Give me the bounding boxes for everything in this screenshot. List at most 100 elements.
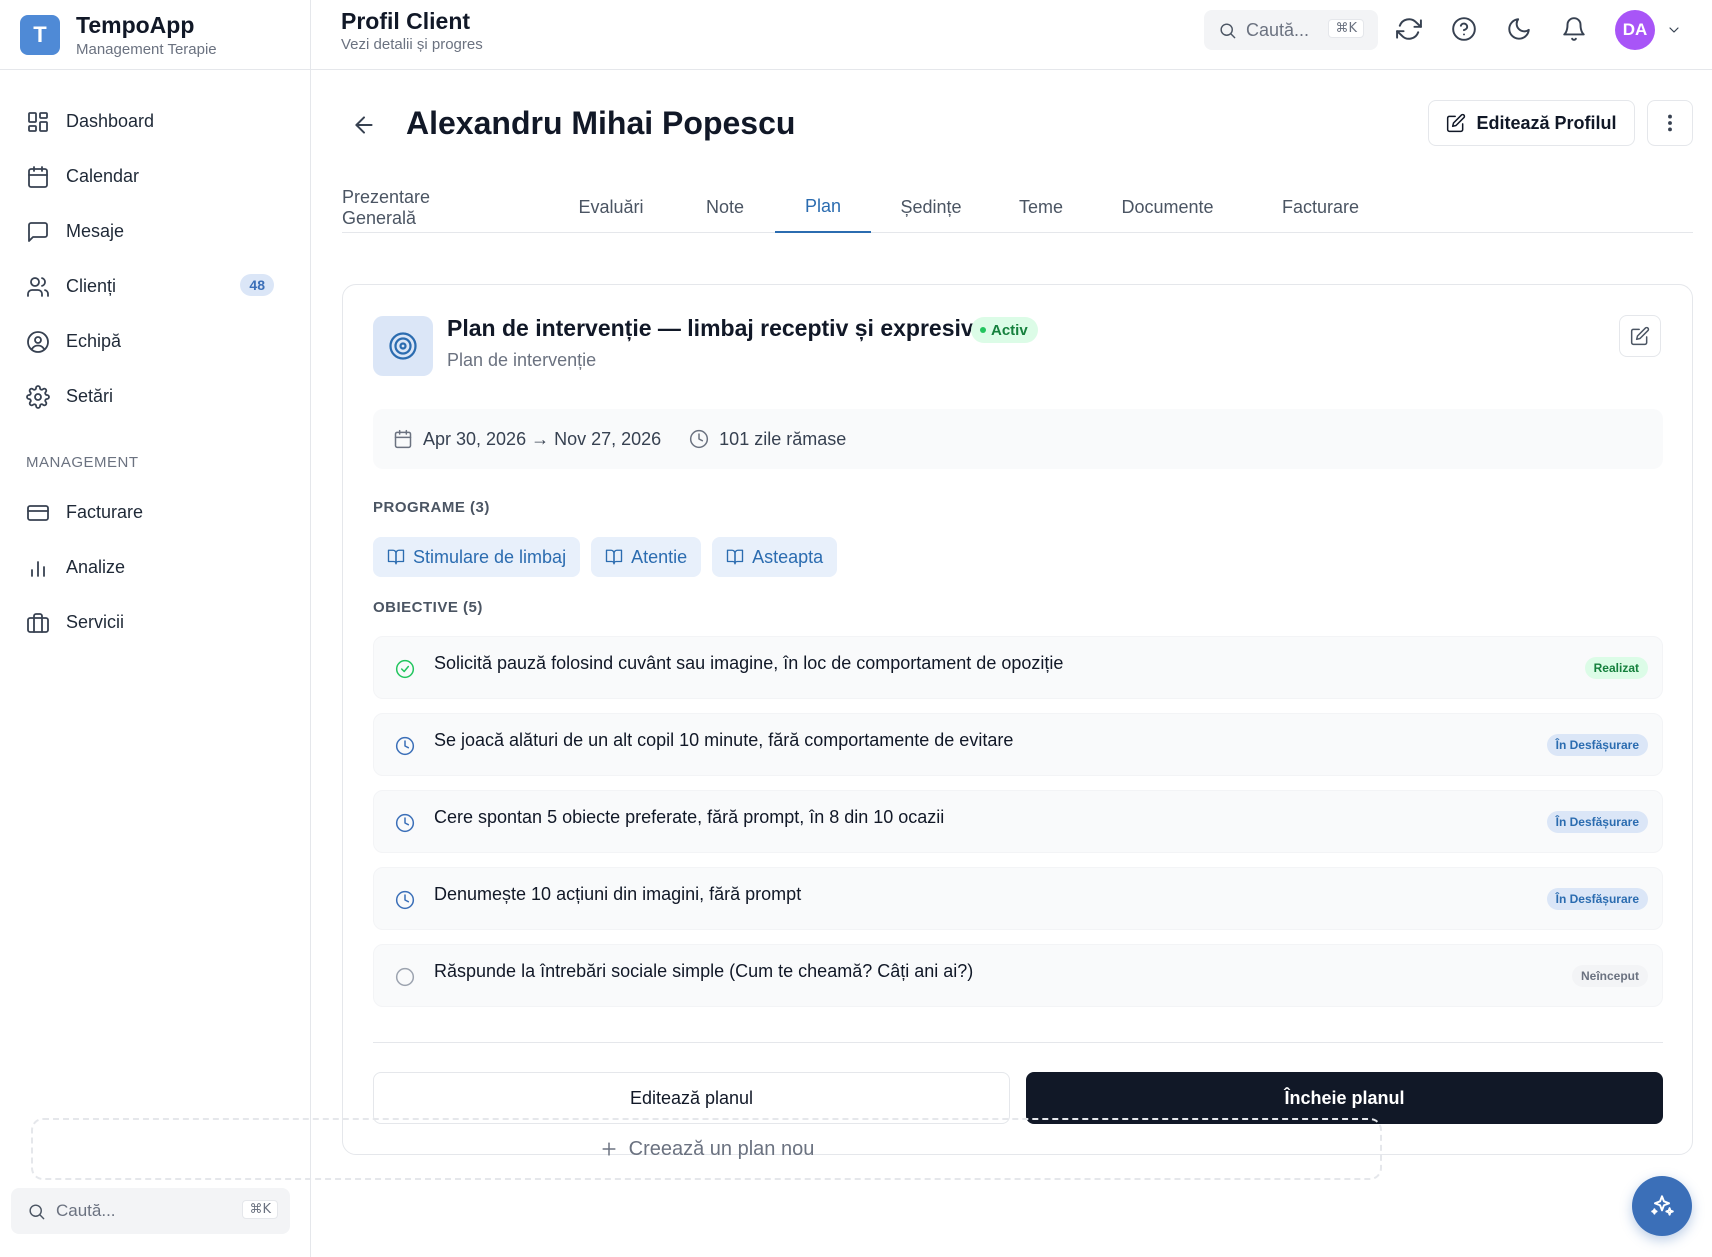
objective-text: Denumește 10 acțiuni din imagini, fără p… (434, 884, 802, 904)
tab-notes[interactable]: Note (675, 182, 775, 233)
divider (373, 1042, 1663, 1043)
objective-status: În Desfășurare (1546, 734, 1648, 756)
edit-plan-button[interactable]: Editează planul (373, 1072, 1010, 1124)
program-label: Atentie (631, 546, 688, 567)
refresh-icon[interactable] (1396, 16, 1422, 42)
sidebar-item-settings[interactable]: Setări (0, 369, 310, 424)
tab-assessments[interactable]: Evaluări (553, 182, 669, 233)
message-icon (26, 220, 50, 244)
topbar: Profil Client Vezi detalii și progres Ca… (311, 0, 1712, 70)
objective-status: În Desfășurare (1546, 811, 1648, 833)
ai-assistant-button[interactable] (1632, 1176, 1692, 1236)
clock-icon (395, 890, 415, 910)
plan-dates: Apr 30, 2026 → Nov 27, 2026 101 zile răm… (373, 409, 1663, 469)
sidebar-item-label: Calendar (66, 166, 140, 186)
edit-profile-button[interactable]: Editează Profilul (1428, 100, 1635, 146)
objective-status: Neînceput (1571, 965, 1648, 987)
sidebar-item-label: Analize (66, 557, 126, 577)
tab-billing[interactable]: Facturare (1244, 182, 1397, 233)
edit-icon (1446, 113, 1466, 133)
clock-icon (395, 813, 415, 833)
sidebar: T TempoApp Management Terapie Dashboard … (0, 0, 311, 1257)
profile-tabs: Prezentare Generală Evaluări Note Plan Ș… (342, 182, 1693, 233)
edit-icon (1630, 326, 1650, 346)
objective-status: În Desfășurare (1546, 888, 1648, 910)
sidebar-item-label: Servicii (66, 612, 125, 632)
date-range: Apr 30, 2026 → Nov 27, 2026 (423, 428, 662, 449)
search-icon (1218, 21, 1237, 40)
program-chip[interactable]: Stimulare de limbaj (373, 537, 581, 577)
gear-icon (26, 384, 50, 409)
brand-subtitle: Management Terapie (76, 40, 217, 58)
sidebar-item-label: Dashboard (66, 111, 155, 131)
days-remaining: 101 zile rămase (719, 428, 847, 449)
tab-plan[interactable]: Plan (775, 182, 871, 233)
objective-text: Se joacă alături de un alt copil 10 minu… (434, 730, 1014, 750)
bell-icon[interactable] (1561, 16, 1587, 42)
objective-status: Realizat (1584, 657, 1648, 679)
brand-logo: T (20, 14, 60, 55)
users-icon (26, 275, 50, 299)
sidebar-item-dashboard[interactable]: Dashboard (0, 94, 310, 149)
objective-item[interactable]: Denumește 10 acțiuni din imagini, fără p… (373, 867, 1663, 930)
program-chip[interactable]: Asteapta (712, 537, 838, 577)
objective-item[interactable]: Răspunde la întrebări sociale simple (Cu… (373, 944, 1663, 1007)
create-new-plan-label: Creează un plan nou (628, 1137, 815, 1160)
header-search[interactable]: Caută... ⌘K (1204, 10, 1378, 50)
calendar-icon (26, 165, 50, 189)
sidebar-item-messages[interactable]: Mesaje (0, 204, 310, 259)
credit-card-icon (26, 501, 50, 525)
brand[interactable]: T TempoApp Management Terapie (0, 0, 310, 70)
avatar[interactable]: DA (1615, 10, 1655, 50)
program-chip[interactable]: Atentie (591, 537, 702, 577)
sidebar-item-calendar[interactable]: Calendar (0, 149, 310, 204)
more-options-button[interactable] (1647, 100, 1693, 146)
plan-icon-box (373, 316, 433, 376)
brand-name: TempoApp (76, 11, 195, 38)
chevron-down-icon[interactable] (1666, 22, 1682, 38)
main-content: Alexandru Mihai Popescu Editează Profilu… (311, 70, 1712, 1257)
page-subtitle: Vezi detalii și progres (341, 36, 483, 53)
dashboard-icon (26, 110, 50, 134)
objective-item[interactable]: Solicită pauză folosind cuvânt sau imagi… (373, 636, 1663, 699)
tab-overview[interactable]: Prezentare Generală (342, 182, 493, 233)
objective-text: Solicită pauză folosind cuvânt sau imagi… (434, 653, 1064, 673)
tab-sessions[interactable]: Ședințe (871, 182, 991, 233)
sidebar-item-clients[interactable]: Clienți 48 (0, 259, 310, 314)
objective-text: Răspunde la întrebări sociale simple (Cu… (434, 961, 974, 981)
end-plan-button[interactable]: Încheie planul (1026, 1072, 1663, 1124)
program-label: Asteapta (752, 546, 824, 567)
objective-item[interactable]: Cere spontan 5 obiecte preferate, fără p… (373, 790, 1663, 853)
program-label: Stimulare de limbaj (413, 546, 567, 567)
more-vertical-icon (1659, 112, 1681, 134)
objective-item[interactable]: Se joacă alături de un alt copil 10 minu… (373, 713, 1663, 776)
tab-documents[interactable]: Documente (1091, 182, 1244, 233)
tab-homework[interactable]: Teme (991, 182, 1091, 233)
sidebar-item-services[interactable]: Servicii (0, 595, 310, 650)
objective-text: Cere spontan 5 obiecte preferate, fără p… (434, 807, 945, 827)
sidebar-search-placeholder: Caută... (56, 1201, 116, 1220)
help-icon[interactable] (1451, 16, 1477, 42)
create-new-plan-button[interactable]: Creează un plan nou (31, 1118, 1382, 1180)
sidebar-item-billing[interactable]: Facturare (0, 485, 310, 540)
sidebar-item-analytics[interactable]: Analize (0, 540, 310, 595)
status-badge: Activ (971, 317, 1038, 343)
sidebar-item-label: Mesaje (66, 221, 125, 241)
header-search-placeholder: Caută... (1246, 19, 1310, 40)
programs-list: Stimulare de limbaj Atentie Asteapta (373, 537, 838, 577)
sidebar-item-team[interactable]: Echipă (0, 314, 310, 369)
sidebar-item-label: Setări (66, 386, 114, 406)
page-title: Profil Client (341, 8, 471, 34)
client-name: Alexandru Mihai Popescu (406, 105, 796, 141)
status-label: Activ (991, 321, 1028, 339)
sidebar-section-label: MANAGEMENT (26, 454, 139, 471)
sidebar-item-label: Clienți (66, 276, 117, 296)
book-open-icon (726, 548, 744, 566)
shortcut-hint: ⌘K (242, 1200, 278, 1219)
edit-plan-icon-button[interactable] (1619, 315, 1661, 357)
moon-icon[interactable] (1506, 16, 1532, 42)
sidebar-search[interactable]: Caută... ⌘K (11, 1188, 290, 1234)
arrow-left-icon[interactable] (351, 112, 377, 138)
sidebar-nav: Dashboard Calendar Mesaje Clienți 48 Ech… (0, 70, 310, 650)
clients-count-badge: 48 (240, 274, 274, 296)
